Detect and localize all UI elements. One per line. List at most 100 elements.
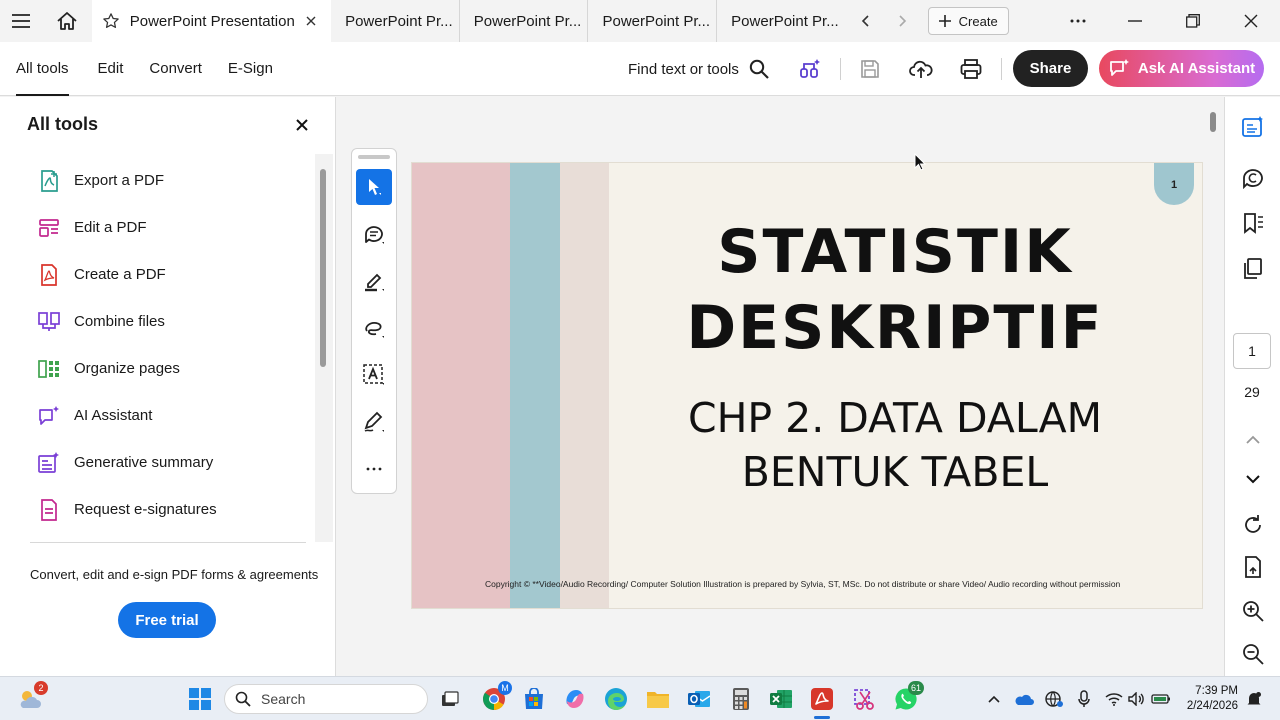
vpn-network-icon[interactable] bbox=[1044, 689, 1064, 709]
highlight-icon[interactable] bbox=[356, 263, 392, 299]
zoom-in-icon[interactable] bbox=[1241, 599, 1265, 623]
create-button[interactable]: Create bbox=[927, 7, 1009, 35]
tool-create-pdf[interactable]: Create a PDF bbox=[0, 251, 314, 298]
tool-label: Combine files bbox=[74, 313, 165, 330]
share-button[interactable]: Share bbox=[1013, 50, 1088, 87]
windows-start-icon[interactable] bbox=[186, 685, 214, 713]
zoom-out-icon[interactable] bbox=[1241, 642, 1265, 666]
toolbar-divider-2 bbox=[1001, 58, 1002, 80]
fill-and-sign-icon[interactable] bbox=[356, 404, 392, 440]
plus-icon bbox=[938, 15, 951, 27]
panel-scrollbar-thumb[interactable] bbox=[320, 169, 326, 367]
toolbar-divider bbox=[840, 58, 841, 80]
right-rail: 1 29 bbox=[1224, 97, 1280, 676]
ask-ai-assistant-button[interactable]: Ask AI Assistant bbox=[1099, 50, 1264, 87]
close-panel-icon[interactable] bbox=[296, 119, 312, 135]
menu-edit[interactable]: Edit bbox=[85, 42, 137, 96]
minimize-icon[interactable] bbox=[1107, 0, 1165, 42]
snipping-tool-icon[interactable] bbox=[850, 685, 878, 713]
chrome-icon[interactable]: M bbox=[480, 681, 512, 713]
tab-powerpoint-2[interactable]: PowerPoint Pr... bbox=[331, 0, 460, 42]
notifications-icon[interactable] bbox=[1244, 689, 1264, 709]
acrobat-icon[interactable] bbox=[808, 685, 836, 719]
tab-powerpoint-3[interactable]: PowerPoint Pr... bbox=[460, 0, 589, 42]
panel-title: All tools bbox=[27, 114, 98, 134]
taskbar-search[interactable]: Search bbox=[224, 684, 428, 714]
tool-edit-pdf[interactable]: Edit a PDF bbox=[0, 204, 314, 251]
next-page-icon[interactable] bbox=[1241, 467, 1265, 491]
thumbnails-icon[interactable] bbox=[1241, 257, 1265, 281]
menu-convert[interactable]: Convert bbox=[136, 42, 215, 96]
edge-icon[interactable] bbox=[602, 685, 630, 713]
scroll-tabs-right-icon[interactable] bbox=[884, 0, 922, 42]
promo-text: Convert, edit and e-sign PDF forms & agr… bbox=[30, 567, 319, 582]
current-page-input[interactable]: 1 bbox=[1233, 333, 1271, 369]
system-clock[interactable]: 7:39 PM 2/24/2026 bbox=[1182, 684, 1238, 714]
more-options-icon[interactable] bbox=[1049, 0, 1107, 42]
add-text-icon[interactable] bbox=[356, 357, 392, 393]
free-trial-button[interactable]: Free trial bbox=[118, 602, 216, 638]
more-tools-icon[interactable] bbox=[356, 451, 392, 487]
ai-assistant-icon bbox=[1108, 58, 1130, 80]
menu-esign[interactable]: E-Sign bbox=[215, 42, 286, 96]
tab-powerpoint-5[interactable]: PowerPoint Pr... bbox=[717, 0, 846, 42]
drag-handle[interactable] bbox=[358, 155, 390, 159]
wifi-icon[interactable] bbox=[1104, 689, 1124, 709]
tool-organize-pages[interactable]: Organize pages bbox=[0, 345, 314, 392]
generative-summary-icon bbox=[38, 451, 60, 474]
tool-export-pdf[interactable]: Export a PDF bbox=[0, 157, 314, 204]
restore-icon[interactable] bbox=[1164, 0, 1222, 42]
whatsapp-icon[interactable]: 61 bbox=[892, 681, 924, 713]
task-view-icon[interactable] bbox=[436, 685, 464, 713]
file-explorer-icon[interactable] bbox=[644, 685, 672, 713]
find-text-or-tools[interactable]: Find text or tools bbox=[628, 42, 769, 96]
microphone-icon[interactable] bbox=[1074, 689, 1094, 709]
hamburger-menu-icon[interactable] bbox=[0, 0, 42, 42]
combine-files-icon bbox=[38, 311, 60, 333]
close-tab-icon[interactable] bbox=[301, 11, 321, 31]
scroll-tabs-left-icon[interactable] bbox=[846, 0, 884, 42]
add-comment-icon[interactable] bbox=[356, 216, 392, 252]
calculator-icon[interactable] bbox=[727, 685, 755, 713]
tool-label: Organize pages bbox=[74, 360, 180, 377]
outlook-icon[interactable] bbox=[685, 685, 713, 713]
bookmarks-icon[interactable] bbox=[1241, 211, 1265, 235]
tool-combine-files[interactable]: Combine files bbox=[0, 298, 314, 345]
volume-icon[interactable] bbox=[1127, 689, 1147, 709]
tool-request-esignatures[interactable]: Request e-signatures bbox=[0, 486, 314, 533]
tab-powerpoint-presentation-active[interactable]: PowerPoint Presentation bbox=[91, 0, 332, 42]
mouse-cursor-icon bbox=[914, 153, 926, 171]
rotate-icon[interactable] bbox=[1241, 513, 1265, 537]
comments-icon[interactable] bbox=[1241, 166, 1265, 190]
tab-powerpoint-4[interactable]: PowerPoint Pr... bbox=[588, 0, 718, 42]
excel-icon[interactable] bbox=[767, 685, 795, 713]
ai-summary-icon[interactable] bbox=[1241, 115, 1265, 139]
tools-list: Export a PDF Edit a PDF Create a PDF Com… bbox=[0, 157, 314, 533]
weather-icon[interactable]: 2 bbox=[16, 681, 48, 713]
draw-freehand-icon[interactable] bbox=[356, 310, 392, 346]
export-pdf-icon bbox=[38, 169, 60, 192]
search-icon bbox=[749, 59, 769, 79]
menu-all-tools[interactable]: All tools bbox=[0, 42, 85, 96]
ai-tools-icon[interactable] bbox=[798, 57, 822, 81]
close-window-icon[interactable] bbox=[1222, 0, 1280, 42]
onedrive-icon[interactable] bbox=[1014, 689, 1034, 709]
print-icon[interactable] bbox=[959, 57, 983, 81]
cloud-upload-icon[interactable] bbox=[909, 57, 933, 81]
slide-subtitle-line2: BENTUK TABEL bbox=[741, 448, 1049, 496]
save-icon[interactable] bbox=[858, 57, 882, 81]
battery-icon[interactable] bbox=[1151, 689, 1171, 709]
microsoft-store-icon[interactable] bbox=[520, 685, 548, 713]
tool-ai-assistant[interactable]: AI Assistant bbox=[0, 392, 314, 439]
copilot-icon[interactable] bbox=[561, 685, 589, 713]
document-scrollbar-thumb[interactable] bbox=[1210, 112, 1216, 132]
select-tool-button[interactable] bbox=[356, 169, 392, 205]
show-hidden-icons-icon[interactable] bbox=[984, 689, 1004, 709]
pdf-page[interactable]: 1 STATISTIK DESKRIPTIF CHP 2. DATA DALAM… bbox=[411, 162, 1203, 609]
home-icon[interactable] bbox=[42, 0, 92, 42]
star-icon[interactable] bbox=[102, 12, 120, 30]
previous-page-icon[interactable] bbox=[1241, 427, 1265, 451]
search-placeholder: Search bbox=[261, 691, 306, 707]
tool-generative-summary[interactable]: Generative summary bbox=[0, 439, 314, 486]
page-properties-icon[interactable] bbox=[1241, 555, 1265, 579]
